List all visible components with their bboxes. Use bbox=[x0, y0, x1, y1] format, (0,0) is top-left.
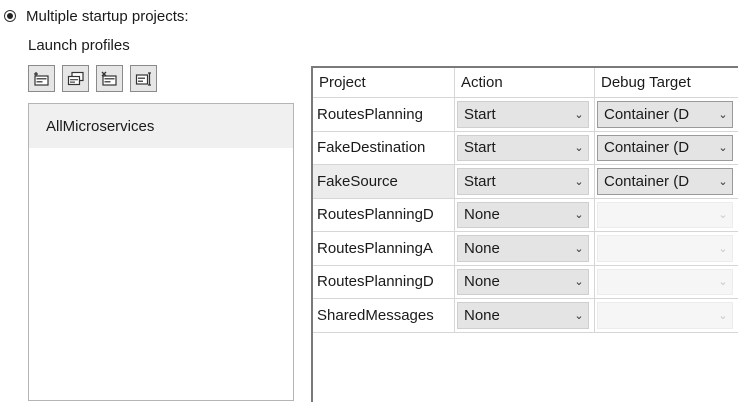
action-dropdown[interactable]: None ⌄ bbox=[457, 201, 589, 228]
table-row[interactable]: RoutesPlanningA None ⌄ ⌄ bbox=[313, 232, 738, 266]
action-value: Start bbox=[464, 139, 496, 157]
debug-target-value: Container (D bbox=[604, 139, 690, 157]
action-dropdown[interactable]: None ⌄ bbox=[457, 302, 589, 329]
action-value: None bbox=[464, 206, 500, 224]
action-value: None bbox=[464, 239, 500, 257]
project-name: RoutesPlanningD bbox=[313, 265, 455, 299]
debug-target-dropdown: ⌄ bbox=[597, 268, 733, 295]
column-header-project[interactable]: Project bbox=[313, 68, 455, 98]
project-name: FakeSource bbox=[313, 165, 455, 199]
delete-profile-button[interactable] bbox=[96, 65, 123, 92]
rename-profile-icon bbox=[135, 71, 151, 86]
chevron-down-icon: ⌄ bbox=[574, 276, 584, 289]
table-row[interactable]: RoutesPlanningD None ⌄ ⌄ bbox=[313, 265, 738, 299]
action-value: Start bbox=[464, 172, 496, 190]
chevron-down-icon: ⌄ bbox=[718, 209, 728, 222]
action-dropdown[interactable]: Start ⌄ bbox=[457, 168, 589, 195]
chevron-down-icon: ⌄ bbox=[718, 242, 728, 255]
action-dropdown[interactable]: Start ⌄ bbox=[457, 101, 589, 128]
table-row[interactable]: FakeDestination Start ⌄ Container (D ⌄ bbox=[313, 131, 738, 165]
action-dropdown[interactable]: None ⌄ bbox=[457, 235, 589, 262]
chevron-down-icon: ⌄ bbox=[574, 209, 584, 222]
new-profile-icon bbox=[33, 71, 49, 86]
debug-target-dropdown[interactable]: Container (D ⌄ bbox=[597, 168, 733, 195]
duplicate-profile-icon bbox=[67, 71, 84, 85]
debug-target-value: Container (D bbox=[604, 105, 690, 123]
chevron-down-icon: ⌄ bbox=[718, 175, 728, 188]
radio-selected-icon[interactable] bbox=[4, 10, 16, 22]
project-name: RoutesPlanningA bbox=[313, 232, 455, 266]
table-row[interactable]: RoutesPlanningD None ⌄ ⌄ bbox=[313, 198, 738, 232]
duplicate-profile-button[interactable] bbox=[62, 65, 89, 92]
table-row[interactable]: FakeSource Start ⌄ Container (D ⌄ bbox=[313, 165, 738, 199]
chevron-down-icon: ⌄ bbox=[574, 108, 584, 121]
project-name: RoutesPlanning bbox=[313, 98, 455, 132]
multiple-startup-label: Multiple startup projects: bbox=[26, 7, 189, 25]
chevron-down-icon: ⌄ bbox=[718, 276, 728, 289]
launch-profiles-list[interactable]: AllMicroservices bbox=[28, 103, 294, 401]
delete-profile-icon bbox=[101, 71, 117, 86]
chevron-down-icon: ⌄ bbox=[574, 309, 584, 322]
project-name: RoutesPlanningD bbox=[313, 198, 455, 232]
project-name: FakeDestination bbox=[313, 131, 455, 165]
launch-profiles-label: Launch profiles bbox=[28, 37, 130, 54]
launch-profiles-toolbar bbox=[28, 65, 157, 92]
new-profile-button[interactable] bbox=[28, 65, 55, 92]
debug-target-dropdown: ⌄ bbox=[597, 302, 733, 329]
table-row[interactable]: SharedMessages None ⌄ ⌄ bbox=[313, 299, 738, 333]
project-name: SharedMessages bbox=[313, 299, 455, 333]
rename-profile-button[interactable] bbox=[130, 65, 157, 92]
action-dropdown[interactable]: None ⌄ bbox=[457, 268, 589, 295]
action-value: None bbox=[464, 273, 500, 291]
column-header-action[interactable]: Action bbox=[455, 68, 595, 98]
debug-target-value: Container (D bbox=[604, 172, 690, 190]
column-header-debug-target[interactable]: Debug Target bbox=[595, 68, 738, 98]
chevron-down-icon: ⌄ bbox=[718, 142, 728, 155]
chevron-down-icon: ⌄ bbox=[718, 309, 728, 322]
startup-projects-grid: Project Action Debug Target RoutesPlanni… bbox=[311, 66, 738, 402]
chevron-down-icon: ⌄ bbox=[574, 242, 584, 255]
radio-dot bbox=[7, 13, 13, 19]
action-value: Start bbox=[464, 105, 496, 123]
chevron-down-icon: ⌄ bbox=[574, 142, 584, 155]
profile-item-allmicroservices[interactable]: AllMicroservices bbox=[29, 104, 293, 148]
debug-target-dropdown: ⌄ bbox=[597, 201, 733, 228]
multiple-startup-option[interactable]: Multiple startup projects: bbox=[4, 6, 189, 26]
debug-target-dropdown: ⌄ bbox=[597, 235, 733, 262]
action-dropdown[interactable]: Start ⌄ bbox=[457, 134, 589, 161]
debug-target-dropdown[interactable]: Container (D ⌄ bbox=[597, 134, 733, 161]
table-row[interactable]: RoutesPlanning Start ⌄ Container (D ⌄ bbox=[313, 98, 738, 132]
chevron-down-icon: ⌄ bbox=[574, 175, 584, 188]
chevron-down-icon: ⌄ bbox=[718, 108, 728, 121]
debug-target-dropdown[interactable]: Container (D ⌄ bbox=[597, 101, 733, 128]
action-value: None bbox=[464, 306, 500, 324]
